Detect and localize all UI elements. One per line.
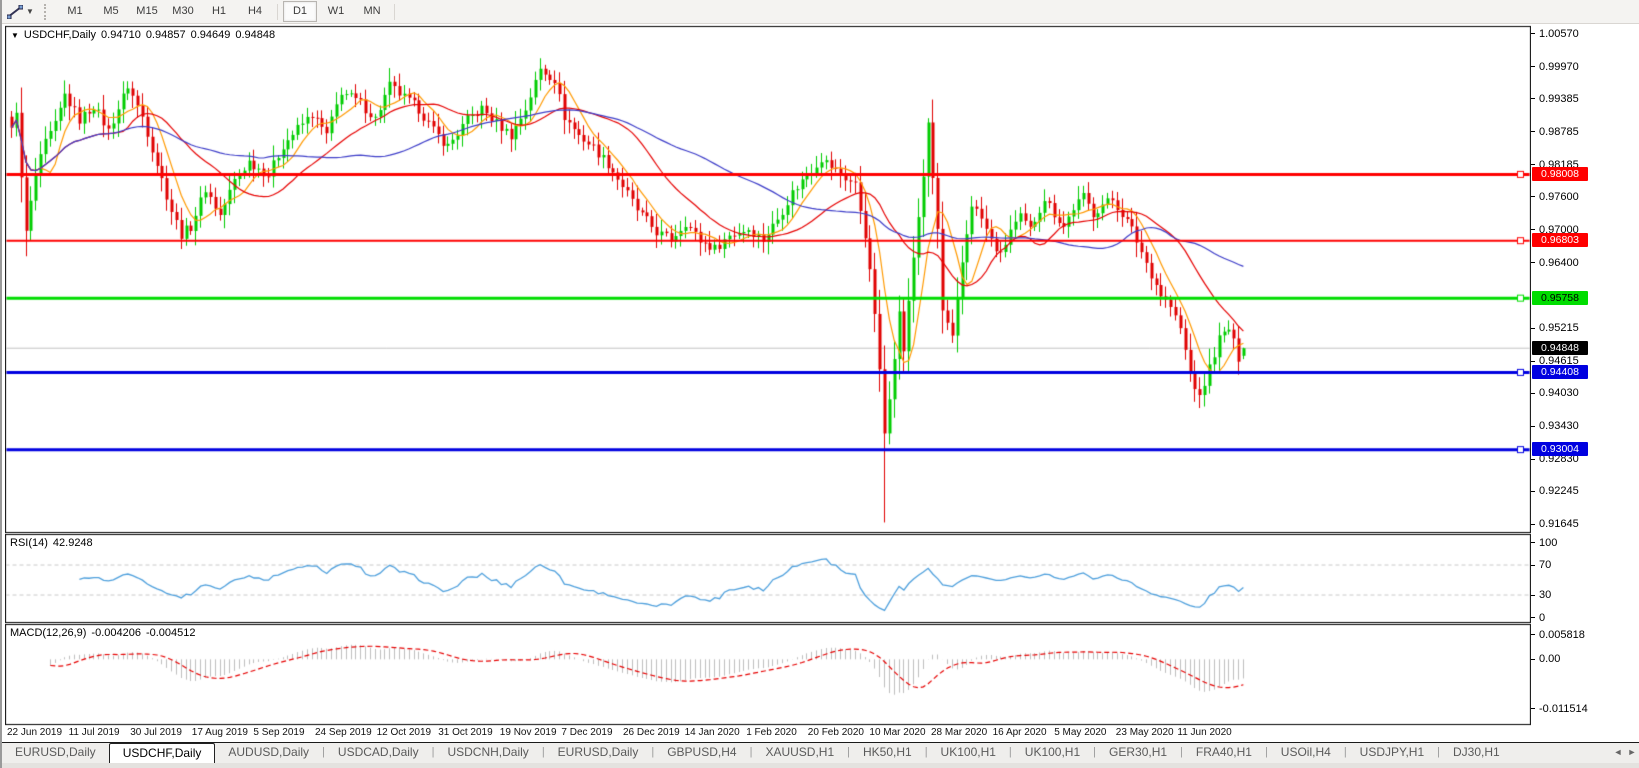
chart-tab-audusd-daily[interactable]: AUDUSD,Daily: [215, 743, 322, 762]
timeframe-button-m1[interactable]: M1: [58, 1, 92, 22]
rsi-value: 42.9248: [52, 537, 93, 549]
chart-tab-gbpusd-h4[interactable]: GBPUSD,H4: [654, 743, 749, 762]
rsi-label: RSI(14) 42.9248: [10, 537, 93, 549]
date-label: 28 Mar 2020: [931, 727, 988, 738]
price-tick: 0.96400: [1531, 256, 1579, 269]
date-label: 24 Sep 2019: [315, 727, 372, 738]
price-axis[interactable]: 1.00570 0.99970 0.99385 0.98785 0.98185 0.976…: [1531, 0, 1639, 745]
price-chart-canvas[interactable]: [5, 25, 1531, 742]
macd-main-value: -0.004206: [91, 627, 141, 639]
date-label: 16 Apr 2020: [992, 727, 1047, 738]
price-badge: 0.95758: [1532, 290, 1588, 305]
price-badge: 0.93004: [1532, 442, 1588, 457]
mt4-window: ▼ M1 M5 M15 M30 H1 H4 D1 W1 MN ▼ USDCHF,Daily 0.…: [0, 0, 1639, 768]
rsi-name: RSI(14): [10, 537, 48, 549]
chart-symbol-label: USDCHF,Daily: [23, 29, 97, 41]
chart-tab-usdchf-daily[interactable]: USDCHF,Daily: [108, 743, 216, 764]
timeframe-button-mn[interactable]: MN: [355, 1, 389, 22]
ohlc-close: 0.94848: [235, 29, 276, 41]
chart-collapse-caret-icon[interactable]: ▼: [11, 31, 19, 40]
chart-tab-usdcad-daily[interactable]: USDCAD,Daily: [325, 743, 432, 762]
timeframe-button-m5[interactable]: M5: [94, 1, 128, 22]
date-label: 5 Sep 2019: [253, 727, 305, 738]
date-label: 5 May 2020: [1054, 727, 1107, 738]
date-label: 10 Mar 2020: [869, 727, 926, 738]
ohlc-high: 0.94857: [145, 29, 186, 41]
price-tick: 0.97600: [1531, 190, 1579, 203]
toolbar-separator: [394, 3, 395, 20]
timeframe-button-d1[interactable]: D1: [283, 1, 317, 22]
date-label: 20 Feb 2020: [807, 727, 864, 738]
rsi-tick: 30: [1531, 589, 1551, 602]
price-tick: 0.95215: [1531, 322, 1579, 335]
date-label: 19 Nov 2019: [499, 727, 557, 738]
toolbar-dropdown-caret-icon[interactable]: ▼: [26, 7, 38, 16]
chart-tab-fra40-h1[interactable]: FRA40,H1: [1183, 743, 1265, 762]
chart-tab-ger30-h1[interactable]: GER30,H1: [1096, 743, 1180, 762]
date-label: 17 Aug 2019: [191, 727, 248, 738]
toolbar-separator: [277, 3, 278, 20]
date-label: 14 Jan 2020: [684, 727, 740, 738]
date-label: 22 Jun 2019: [7, 727, 63, 738]
rsi-tick: 0: [1531, 611, 1545, 624]
price-badge: 0.94848: [1532, 340, 1588, 355]
chart-tab-xauusd-h1[interactable]: XAUUSD,H1: [752, 743, 847, 762]
chart-tab-eurusd-daily[interactable]: EURUSD,Daily: [2, 743, 109, 762]
macd-name: MACD(12,26,9): [10, 627, 87, 639]
timeframe-button-h4[interactable]: H4: [238, 1, 272, 22]
date-label: 1 Feb 2020: [746, 727, 797, 738]
tab-scroll-right-icon[interactable]: ►: [1625, 743, 1639, 762]
timeframe-button-h1[interactable]: H1: [202, 1, 236, 22]
chart-tab-hk50-h1[interactable]: HK50,H1: [850, 743, 925, 762]
rsi-tick: 100: [1531, 536, 1557, 549]
macd-tick: -0.011514: [1531, 702, 1588, 715]
tab-scroll-left-icon[interactable]: ◄: [1611, 743, 1625, 762]
macd-label: MACD(12,26,9) -0.004206 -0.004512: [10, 627, 196, 639]
chart-tab-usdjpy-h1[interactable]: USDJPY,H1: [1347, 743, 1437, 762]
date-label: 11 Jun 2020: [1177, 727, 1232, 738]
chart-header: ▼ USDCHF,Daily 0.94710 0.94857 0.94649 0…: [11, 29, 275, 41]
price-tick: 0.91645: [1531, 518, 1579, 531]
price-tick: 0.98785: [1531, 125, 1579, 138]
drawing-tool-icon[interactable]: [4, 3, 26, 21]
chart-tab-usoil-h4[interactable]: USOil,H4: [1268, 743, 1344, 762]
date-label: 23 May 2020: [1115, 727, 1174, 738]
price-badge: 0.94408: [1532, 364, 1588, 379]
timeframe-buttons: M1 M5 M15 M30 H1 H4 D1 W1 MN: [57, 1, 399, 22]
ohlc-low: 0.94649: [190, 29, 231, 41]
timeframe-button-m15[interactable]: M15: [130, 1, 164, 22]
date-label: 26 Dec 2019: [623, 727, 680, 738]
price-tick: 0.99970: [1531, 60, 1579, 73]
price-badge: 0.96803: [1532, 233, 1588, 248]
macd-signal-value: -0.004512: [145, 627, 196, 639]
chart-tab-usdcnh-daily[interactable]: USDCNH,Daily: [434, 743, 541, 762]
macd-tick: 0.005818: [1531, 628, 1585, 641]
chart-tab-uk100-h1[interactable]: UK100,H1: [928, 743, 1009, 762]
price-tick: 0.93430: [1531, 420, 1579, 433]
date-label: 7 Dec 2019: [561, 727, 613, 738]
macd-tick: 0.00: [1531, 653, 1560, 666]
date-label: 11 Jul 2019: [68, 727, 120, 738]
price-tick: 0.92245: [1531, 485, 1579, 498]
window-bottom-strip: [2, 763, 1639, 768]
price-tick: 0.94030: [1531, 387, 1579, 400]
price-tick: 0.99385: [1531, 92, 1579, 105]
toolbar-grip: [44, 3, 49, 20]
date-label: 31 Oct 2019: [438, 727, 493, 738]
rsi-tick: 70: [1531, 559, 1551, 572]
date-label: 12 Oct 2019: [376, 727, 432, 738]
toolbar: ▼ M1 M5 M15 M30 H1 H4 D1 W1 MN: [2, 0, 1639, 24]
time-axis[interactable]: 22 Jun 2019 11 Jul 2019 30 Jul 2019 17 Aug …: [5, 724, 1531, 742]
timeframe-button-w1[interactable]: W1: [319, 1, 353, 22]
date-label: 30 Jul 2019: [130, 727, 182, 738]
chart-tab-uk100-h1[interactable]: UK100,H1: [1012, 743, 1093, 762]
timeframe-button-m30[interactable]: M30: [166, 1, 200, 22]
price-badge: 0.98008: [1532, 166, 1588, 181]
ohlc-open: 0.94710: [101, 29, 141, 41]
chart-tab-dj30-h1[interactable]: DJ30,H1: [1440, 743, 1513, 762]
chart-tab-eurusd-daily[interactable]: EURUSD,Daily: [545, 743, 652, 762]
price-tick: 1.00570: [1531, 27, 1579, 40]
